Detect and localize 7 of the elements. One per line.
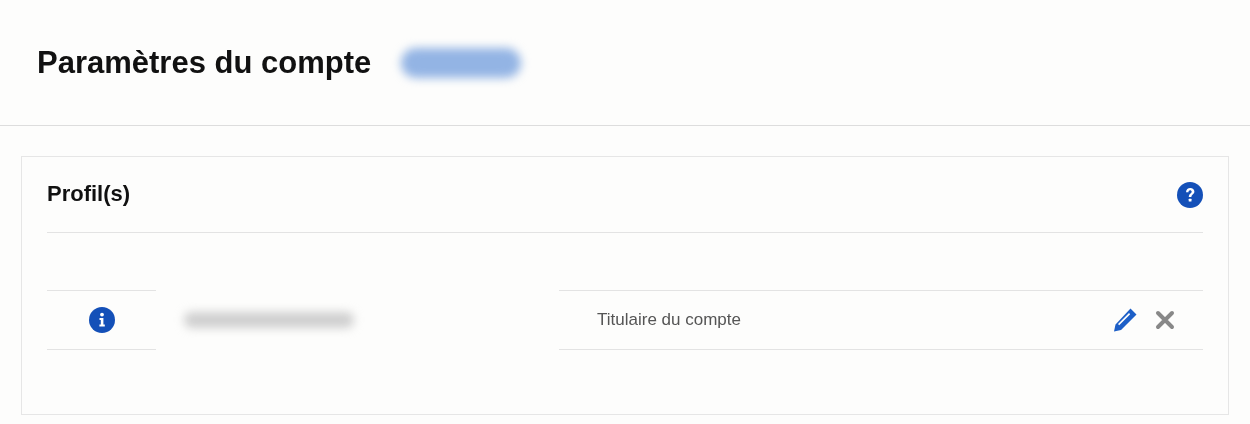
- section-title: Profil(s): [47, 181, 131, 208]
- help-icon[interactable]: [1177, 181, 1203, 208]
- role-text: Titulaire du compte: [597, 309, 741, 332]
- edit-pencil-icon[interactable]: [1111, 306, 1139, 334]
- page-title: Paramètres du compte: [37, 43, 372, 82]
- info-icon[interactable]: [88, 307, 115, 333]
- close-icon[interactable]: [1155, 310, 1175, 330]
